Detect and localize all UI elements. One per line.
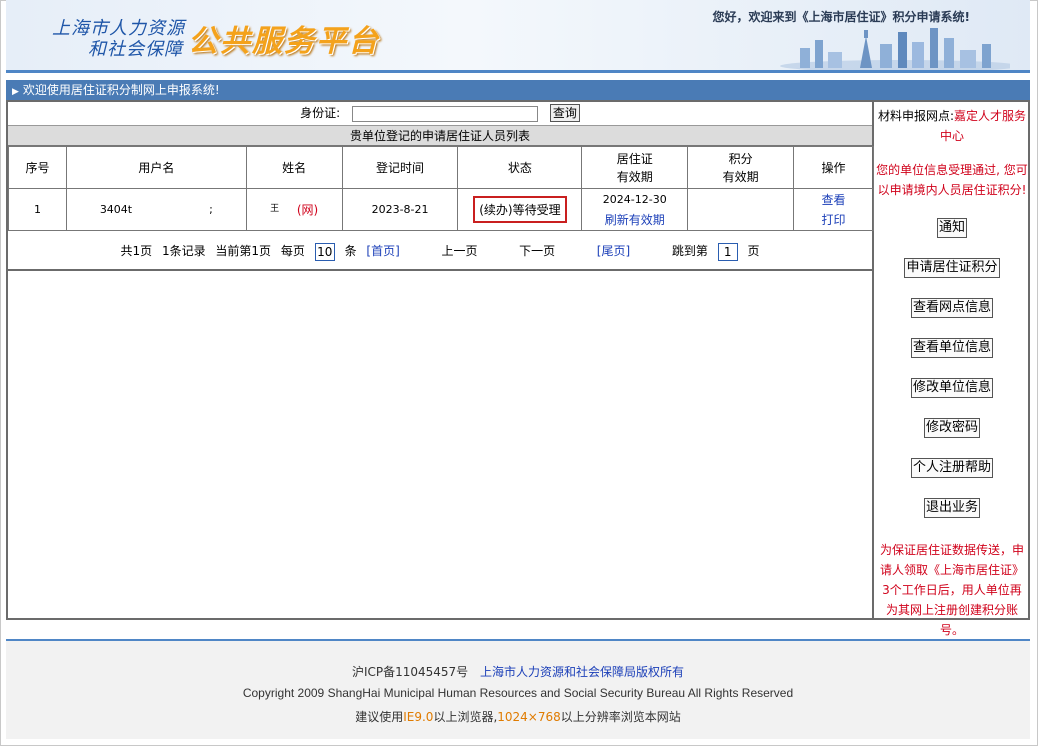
- material-site-info: 材料申报网点:嘉定人才服务中心: [876, 102, 1028, 146]
- suggest-prefix: 建议使用: [355, 710, 404, 724]
- logo-text-line2: 和社会保障: [88, 39, 183, 60]
- col-username: 用户名: [65, 146, 247, 189]
- col-points-validity-line2: 有效期: [722, 169, 759, 184]
- query-button[interactable]: 查询: [549, 104, 580, 122]
- notice-button[interactable]: 通知: [936, 218, 967, 238]
- first-page-link[interactable]: [首页]: [366, 244, 399, 258]
- pagination-bar: 共1页 1条记录 当前第1页 每页 10 条 [首页] 上一页 下一页 [尾页]…: [8, 231, 872, 271]
- cell-points-validity: [687, 188, 795, 231]
- pager-total-pages: 共1页: [120, 244, 153, 258]
- name-value: 王: [270, 204, 280, 214]
- data-transfer-notice: 为保证居住证数据传送，申请人领取《上海市居住证》3个工作日后，用人单位再为其网上…: [879, 543, 1024, 637]
- cell-name: 王 (网): [245, 188, 343, 231]
- view-link[interactable]: 查看: [822, 193, 846, 207]
- list-title: 贵单位登记的申请居住证人员列表: [8, 126, 872, 146]
- site-footer: 沪ICP备11045457号 上海市人力资源和社会保障局版权所有 Copyrig…: [6, 641, 1030, 739]
- col-status: 状态: [457, 146, 583, 189]
- col-permit-validity: 居住证 有效期: [581, 146, 689, 189]
- copyright-cn-link[interactable]: 上海市人力资源和社会保障局版权所有: [480, 665, 684, 679]
- caret-right-icon: ▶: [12, 87, 19, 97]
- pager-per-page-unit: 条: [344, 244, 357, 258]
- material-site-label: 材料申报网点:: [877, 109, 955, 123]
- apply-points-button[interactable]: 申请居住证积分: [904, 258, 1000, 278]
- table-row: 1 3404t ; 王 (网) 2023-8-21 (续办)等待受理 2024-…: [8, 188, 874, 231]
- view-site-info-button[interactable]: 查看网点信息: [910, 298, 993, 318]
- suggest-suffix: 以上分辨率浏览本网站: [560, 710, 681, 724]
- col-points-validity-line1: 积分: [728, 151, 753, 166]
- col-register-time: 登记时间: [341, 146, 459, 189]
- copyright-en: Copyright 2009 ShangHai Municipal Human …: [242, 686, 794, 700]
- print-link[interactable]: 打印: [822, 213, 846, 227]
- change-password-button[interactable]: 修改密码: [923, 418, 980, 438]
- jump-label: 跳到第: [671, 244, 708, 258]
- view-unit-info-button[interactable]: 查看单位信息: [910, 338, 993, 358]
- applicant-table: 序号 用户名 姓名 登记时间 状态 居住证有效期 积分有效期 操作 1 3404…: [8, 146, 874, 231]
- content-area: 身份证: 查询 贵单位登记的申请居住证人员列表 序号 用户名 姓名 登记时间 状…: [8, 102, 874, 618]
- col-permit-validity-line2: 有效期: [616, 169, 653, 184]
- register-help-button[interactable]: 个人注册帮助: [910, 458, 993, 478]
- site-header: 上海市人力资源 和社会保障 公共服务平台 您好，欢迎来到《上海市居住证》积分申请…: [6, 0, 1030, 73]
- col-points-validity: 积分 有效期: [687, 146, 795, 189]
- logout-button[interactable]: 退出业务: [923, 498, 980, 518]
- cell-permit-validity: 2024-12-30 刷新有效期: [581, 188, 689, 231]
- footer-line-1: 沪ICP备11045457号 上海市人力资源和社会保障局版权所有: [6, 663, 1030, 680]
- id-card-label: 身份证:: [300, 106, 341, 120]
- id-card-input[interactable]: [352, 105, 539, 122]
- col-seq: 序号: [8, 146, 67, 189]
- unit-approved-notice: 您的单位信息受理通过, 您可以申请境内人员居住证积分!: [876, 163, 1028, 197]
- col-permit-validity-line1: 居住证: [616, 151, 653, 166]
- cell-action: 查看 打印: [793, 188, 874, 231]
- edit-unit-info-button[interactable]: 修改单位信息: [910, 378, 993, 398]
- username-value: 3404t: [99, 203, 133, 216]
- col-name: 姓名: [245, 146, 343, 189]
- next-page-link[interactable]: 下一页: [519, 244, 555, 258]
- cell-seq: 1: [8, 188, 67, 231]
- system-title-text: 欢迎使用居住证积分制网上申报系统!: [22, 83, 220, 97]
- pager-current-page: 当前第1页: [215, 244, 272, 258]
- jump-page-input[interactable]: 1: [717, 242, 738, 261]
- logo-platform-title: 公共服务平台: [188, 24, 380, 59]
- suggest-mid: 以上浏览器,: [433, 710, 498, 724]
- suggest-browser: IE9.0: [403, 710, 434, 724]
- suggest-resolution: 1024×768: [497, 710, 561, 724]
- search-bar: 身份证: 查询: [8, 102, 872, 126]
- cell-username: 3404t ;: [65, 188, 247, 231]
- right-sidebar: 材料申报网点:嘉定人才服务中心 您的单位信息受理通过, 您可以申请境内人员居住证…: [876, 102, 1028, 637]
- browser-suggestion: 建议使用IE9.0以上浏览器,1024×768以上分辨率浏览本网站: [6, 708, 1030, 725]
- col-action: 操作: [793, 146, 874, 189]
- per-page-input[interactable]: 10: [314, 242, 335, 261]
- prev-page-link[interactable]: 上一页: [441, 244, 477, 258]
- table-header-row: 序号 用户名 姓名 登记时间 状态 居住证有效期 积分有效期 操作: [8, 146, 874, 189]
- icp-number: 沪ICP备11045457号: [351, 665, 469, 679]
- cell-register-time: 2023-8-21: [341, 188, 459, 231]
- pager-per-page-label: 每页: [280, 244, 305, 258]
- main-panel: 身份证: 查询 贵单位登记的申请居住证人员列表 序号 用户名 姓名 登记时间 状…: [6, 100, 1030, 637]
- last-page-link[interactable]: [尾页]: [597, 244, 630, 258]
- status-badge: (续办)等待受理: [473, 196, 567, 223]
- system-title-bar: ▶ 欢迎使用居住证积分制网上申报系统!: [6, 80, 1030, 100]
- refresh-validity-link[interactable]: 刷新有效期: [605, 213, 665, 227]
- city-skyline-icon: [780, 28, 1010, 70]
- username-tail: ;: [209, 203, 213, 216]
- jump-unit: 页: [747, 244, 760, 258]
- permit-date: 2024-12-30: [602, 193, 667, 206]
- cell-status: (续办)等待受理: [457, 188, 583, 231]
- name-tag: (网): [296, 203, 319, 217]
- pager-total-records: 1条记录: [161, 244, 206, 258]
